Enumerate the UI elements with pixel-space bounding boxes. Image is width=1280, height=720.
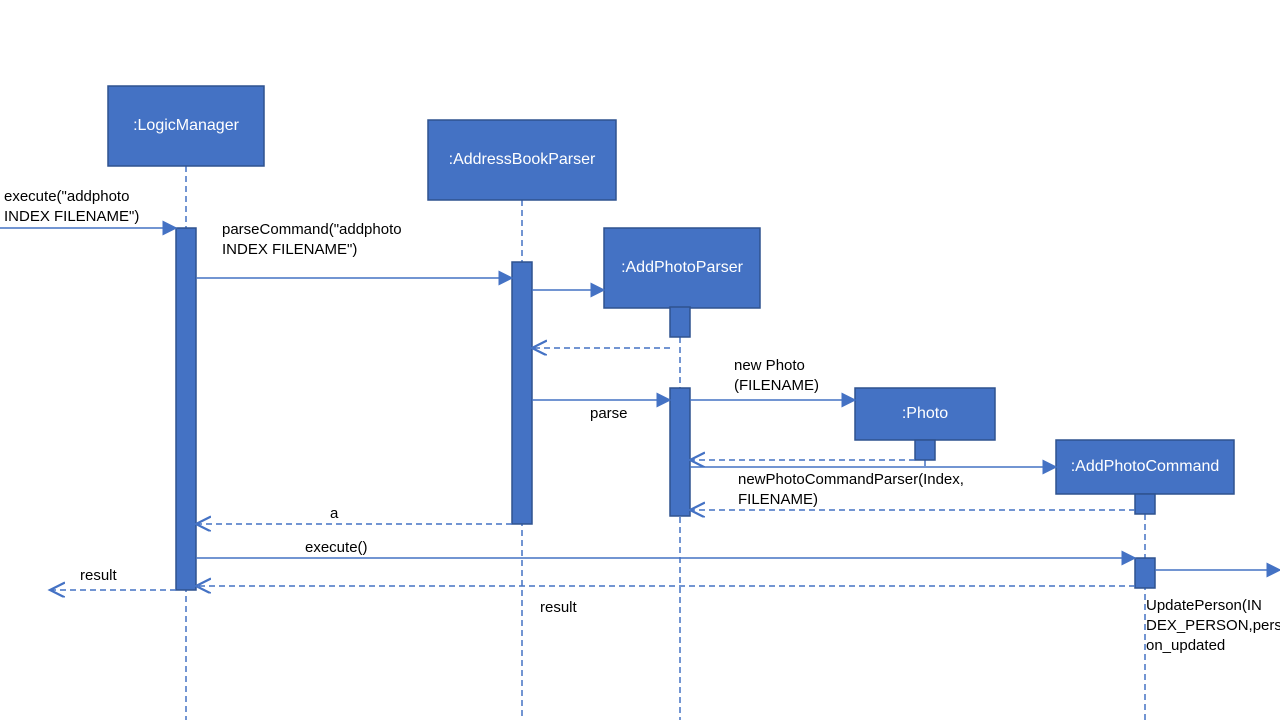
participant-addressbookparser: :AddressBookParser [428, 120, 616, 200]
msg-parsecommand-label2: INDEX FILENAME") [222, 241, 357, 258]
svg-text::AddPhotoParser: :AddPhotoParser [621, 259, 744, 276]
sequence-diagram: :LogicManager :AddressBookParser :AddPho… [0, 0, 1280, 720]
msg-execute2-label: execute() [305, 539, 368, 556]
msg-result2-label: result [540, 599, 578, 616]
msg-new-photo-label1: new Photo [734, 357, 805, 374]
svg-text::LogicManager: :LogicManager [133, 117, 240, 134]
msg-result-label: result [80, 567, 118, 584]
activation-addphotocommand [1135, 558, 1155, 588]
msg-new-photocommand-label1: newPhotoCommandParser(Index, [738, 471, 964, 488]
activation-addphotoparser-head [670, 307, 690, 337]
participant-addphotoparser: :AddPhotoParser [604, 228, 760, 308]
msg-execute-label1: execute("addphoto [4, 188, 129, 205]
msg-a-label: a [330, 505, 339, 522]
svg-text::Photo: :Photo [902, 405, 948, 422]
activation-addressbookparser [512, 262, 532, 524]
activation-photo [915, 440, 935, 460]
msg-updateperson-label3: on_updated [1146, 637, 1225, 654]
activation-addphotoparser [670, 388, 690, 516]
participant-logicmanager: :LogicManager [108, 86, 264, 166]
participant-photo: :Photo [855, 388, 995, 440]
msg-updateperson-label1: UpdatePerson(IN [1146, 597, 1262, 614]
msg-updateperson-label2: DEX_PERSON,pers [1146, 617, 1280, 634]
msg-new-photocommand-label2: FILENAME) [738, 491, 818, 508]
participant-addphotocommand: :AddPhotoCommand [1056, 440, 1234, 494]
activation-addphotocommand-head [1135, 494, 1155, 514]
msg-parse-label: parse [590, 405, 628, 422]
msg-execute-label2: INDEX FILENAME") [4, 208, 139, 225]
svg-text::AddPhotoCommand: :AddPhotoCommand [1071, 458, 1220, 475]
activation-logicmanager [176, 228, 196, 590]
msg-new-photo-label2: (FILENAME) [734, 377, 819, 394]
msg-parsecommand-label1: parseCommand("addphoto [222, 221, 402, 238]
svg-text::AddressBookParser: :AddressBookParser [449, 151, 596, 168]
